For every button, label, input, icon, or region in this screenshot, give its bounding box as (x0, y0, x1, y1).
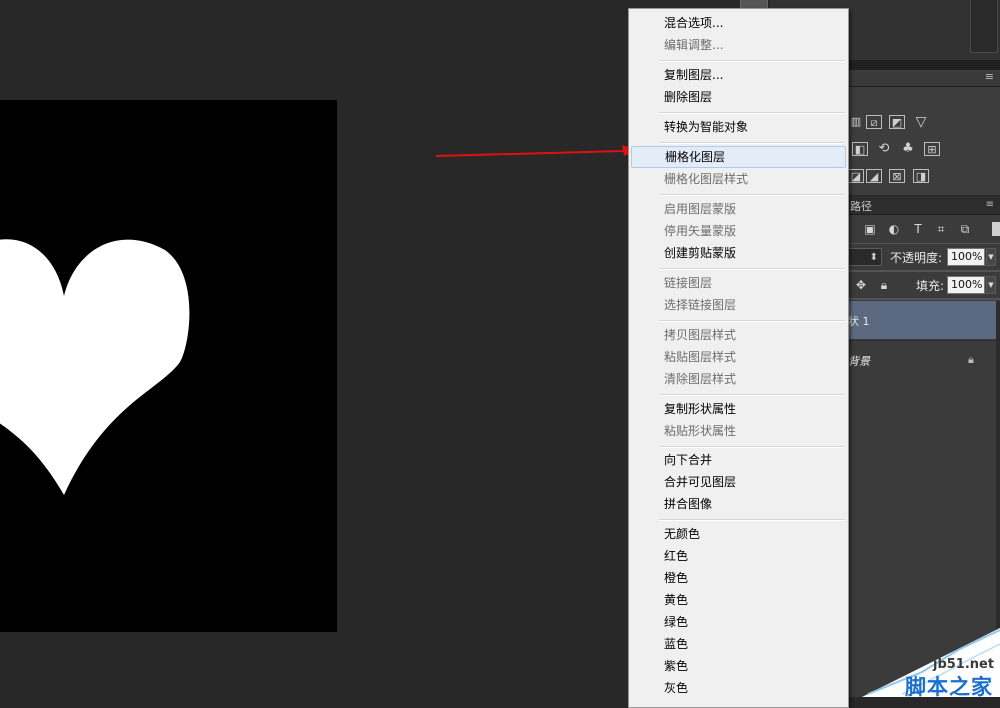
menu-separator (659, 320, 845, 322)
panel-scroll[interactable] (970, 0, 998, 53)
red-arrow-annotation (435, 145, 638, 157)
menu-separator (659, 194, 845, 196)
menu-item-gray[interactable]: 灰色 (631, 677, 846, 699)
curves-icon[interactable]: ⧄ (866, 115, 882, 129)
tab-paths[interactable]: 路径 (850, 198, 872, 214)
panel-menu-icon[interactable]: ≡ (985, 71, 994, 82)
fill-field[interactable]: 100% (947, 276, 985, 294)
smart-object-filter-icon[interactable]: ⧉ (958, 222, 972, 236)
blend-mode-select[interactable]: ⬍ (848, 248, 882, 266)
menu-item-no-color[interactable]: 无颜色 (631, 523, 846, 545)
opacity-field[interactable]: 100% (947, 248, 985, 266)
menu-item-enable-layer-mask[interactable]: 启用图层蒙版 (631, 198, 846, 220)
menu-item-merge-down[interactable]: 向下合并 (631, 449, 846, 471)
color-balance-icon[interactable]: ◧ (852, 142, 868, 156)
menu-item-blending-options[interactable]: 混合选项... (631, 12, 846, 34)
exposure-icon[interactable]: ◩ (889, 115, 905, 129)
watermark-domain: jb51.net (933, 657, 995, 672)
invert-icon[interactable]: ◪ (848, 169, 864, 183)
panel-menu-icon[interactable]: ≡ (986, 199, 994, 210)
menu-item-rasterize-layer-style[interactable]: 栅格化图层样式 (631, 168, 846, 190)
shape-filter-icon[interactable]: ⌗ (934, 222, 948, 236)
lock-icon: 🔒︎ (968, 353, 974, 366)
menu-item-copy-layer-style[interactable]: 拷贝图层样式 (631, 324, 846, 346)
levels-icon[interactable]: ▥ (848, 115, 864, 129)
opacity-label: 不透明度: (890, 251, 943, 265)
menu-item-red[interactable]: 红色 (631, 545, 846, 567)
fill-label: 填充: (916, 279, 945, 293)
menu-item-merge-visible[interactable]: 合并可见图层 (631, 471, 846, 493)
image-filter-icon[interactable]: ▣ (863, 222, 877, 236)
menu-item-select-linked-layers[interactable]: 选择链接图层 (631, 294, 846, 316)
menu-item-delete-layer[interactable]: 删除图层 (631, 86, 846, 108)
menu-item-paste-shape-attributes[interactable]: 粘贴形状属性 (631, 420, 846, 442)
menu-separator (659, 60, 845, 62)
menu-item-rasterize-layer[interactable]: 栅格化图层 (631, 146, 846, 168)
menu-item-paste-layer-style[interactable]: 粘贴图层样式 (631, 346, 846, 368)
menu-item-duplicate-layer[interactable]: 复制图层... (631, 64, 846, 86)
color-lookup-icon[interactable]: ⊞ (924, 142, 940, 156)
move-lock-icon[interactable]: ✥ (854, 278, 868, 292)
menu-separator (659, 519, 845, 521)
menu-item-convert-smart-object[interactable]: 转换为智能对象 (631, 116, 846, 138)
menu-item-green[interactable]: 绿色 (631, 611, 846, 633)
menu-item-flatten-image[interactable]: 拼合图像 (631, 493, 846, 515)
menu-item-edit-adjustment[interactable]: 编辑调整... (631, 34, 846, 56)
posterize-icon[interactable]: ◢ (866, 169, 882, 183)
type-filter-icon[interactable]: T (911, 222, 925, 236)
menu-item-blue[interactable]: 蓝色 (631, 633, 846, 655)
gradient-icon[interactable]: ▽ (913, 115, 929, 129)
menu-item-disable-vector-mask[interactable]: 停用矢量蒙版 (631, 220, 846, 242)
menu-separator (659, 142, 845, 144)
layer-name: 背景 (848, 355, 870, 368)
channel-mixer-icon[interactable]: ♣ (900, 142, 916, 156)
menu-item-create-clipping-mask[interactable]: 创建剪贴蒙版 (631, 242, 846, 264)
lock-all-icon[interactable]: 🔒︎ (877, 278, 891, 292)
filter-toggle[interactable] (992, 222, 1000, 236)
menu-separator (659, 446, 845, 448)
menu-item-link-layers[interactable]: 链接图层 (631, 272, 846, 294)
menu-separator (659, 112, 845, 114)
chevron-down-icon[interactable]: ▼ (986, 276, 996, 294)
menu-separator (659, 394, 845, 396)
menu-separator (659, 268, 845, 270)
threshold-icon[interactable]: ⊠ (889, 169, 905, 183)
layer-context-menu: 混合选项... 编辑调整... 复制图层... 删除图层 转换为智能对象 栅格化… (628, 8, 849, 708)
menu-item-copy-shape-attributes[interactable]: 复制形状属性 (631, 398, 846, 420)
adjustment-filter-icon[interactable]: ◐ (887, 222, 901, 236)
photo-filter-icon[interactable]: ⟲ (876, 142, 892, 156)
menu-item-yellow[interactable]: 黄色 (631, 589, 846, 611)
heart-shape (0, 239, 190, 495)
menu-item-clear-layer-style[interactable]: 清除图层样式 (631, 368, 846, 390)
menu-item-violet[interactable]: 紫色 (631, 655, 846, 677)
layer-name: 状 1 (848, 315, 870, 328)
menu-item-orange[interactable]: 橙色 (631, 567, 846, 589)
chevron-down-icon[interactable]: ▼ (986, 248, 996, 266)
document-canvas[interactable] (0, 100, 337, 632)
selective-color-icon[interactable]: ◨ (913, 169, 929, 183)
